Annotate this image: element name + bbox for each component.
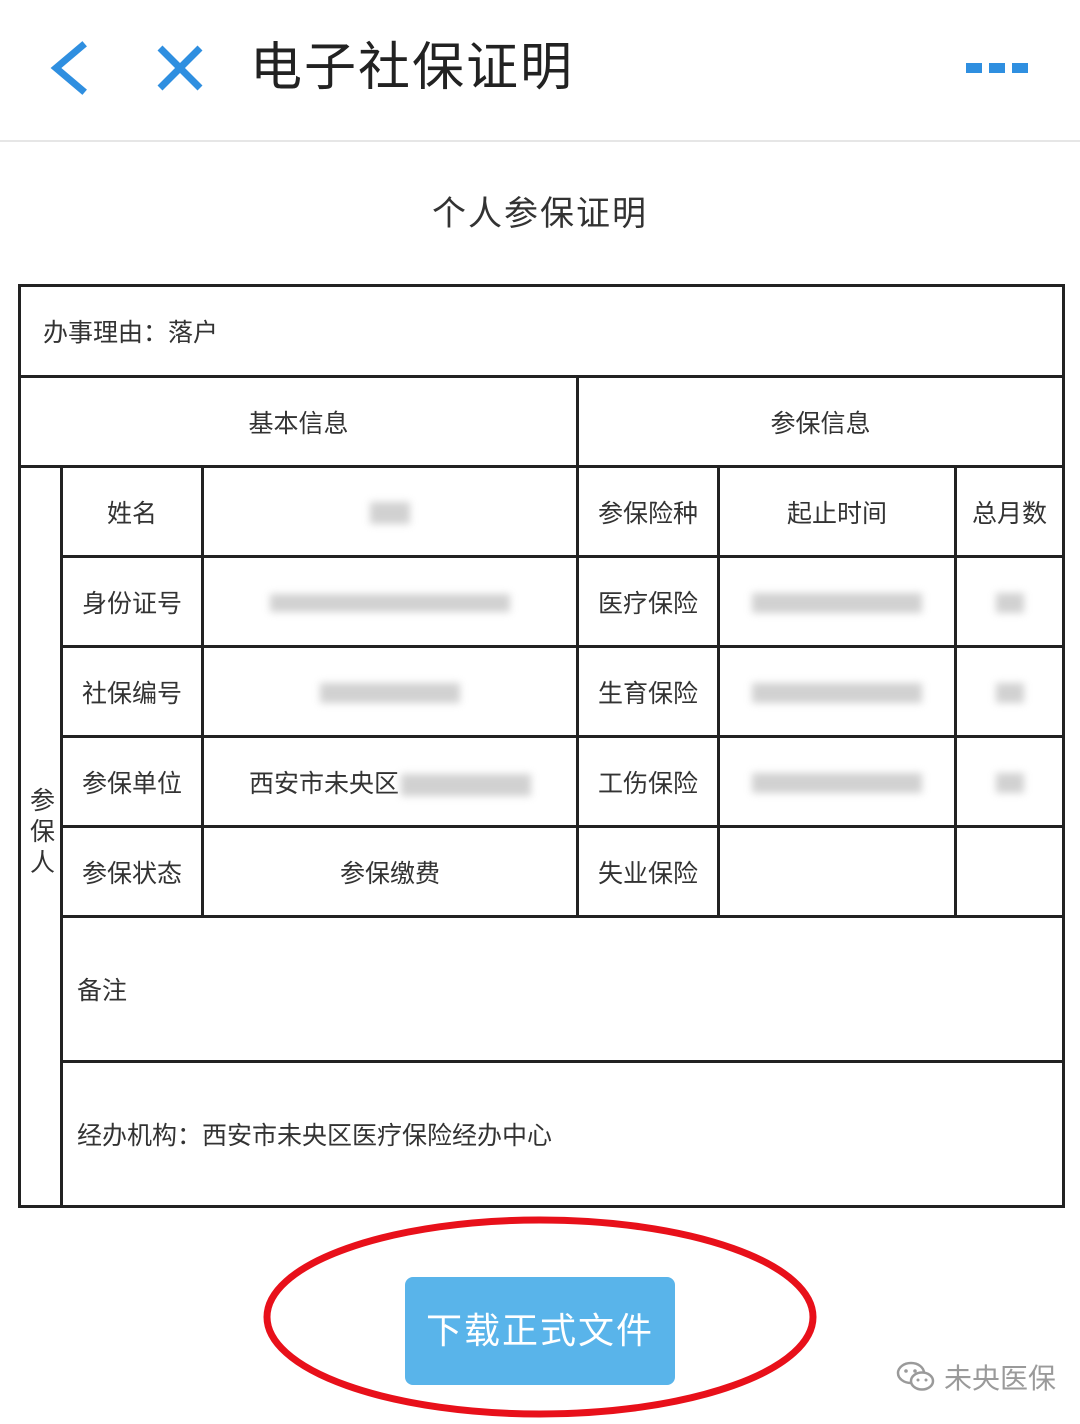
period-medical [717, 555, 957, 648]
section-insurance-info: 参保信息 [575, 375, 1066, 468]
status-value: 参保缴费 [201, 825, 579, 918]
redacted-months [995, 593, 1024, 613]
agency-cell: 经办机构：西安市未央区医疗保险经办中心 [59, 1060, 1066, 1208]
redacted-months [995, 683, 1024, 703]
header-period: 起止时间 [717, 465, 957, 558]
close-icon[interactable] [152, 42, 208, 94]
months-medical [953, 555, 1066, 648]
page-title: 电子社保证明 [250, 38, 575, 98]
row-label-status: 参保状态 [60, 825, 204, 918]
row-label-id-number: 身份证号 [60, 555, 204, 648]
redacted-months [995, 773, 1024, 793]
redacted-name [370, 502, 410, 524]
insured-person-side-label: 参保人 [18, 465, 63, 1208]
months-maternity [953, 645, 1066, 738]
insurance-type-unemployment: 失业保险 [576, 825, 720, 918]
name-value [201, 465, 579, 558]
reason-cell: 办事理由：落户 [17, 284, 1066, 378]
redacted-period [752, 593, 922, 613]
section-basic-info: 基本信息 [18, 375, 579, 468]
remark-cell: 备注 [59, 915, 1066, 1063]
redacted-period [752, 683, 922, 703]
side-label-text: 参保人 [26, 787, 56, 880]
row-label-social-security-number: 社保编号 [60, 645, 204, 738]
row-label-employer: 参保单位 [60, 735, 204, 828]
download-official-file-button[interactable]: 下载正式文件 [405, 1277, 675, 1385]
redacted-social-security-number [320, 683, 460, 703]
insurance-type-work-injury: 工伤保险 [576, 735, 720, 828]
period-work-injury [717, 735, 957, 828]
months-unemployment [953, 825, 1066, 918]
row-label-name: 姓名 [60, 465, 204, 558]
redacted-employer [401, 773, 531, 796]
insurance-certificate-table: 办事理由：落户 基本信息 参保信息 参保人 姓名 参保险种 起止时间 总月数 身… [17, 284, 1066, 1208]
insurance-type-maternity: 生育保险 [576, 645, 720, 738]
header-insurance-type: 参保险种 [576, 465, 720, 558]
watermark: 未央医保 [896, 1352, 1056, 1402]
more-dots-icon[interactable] [962, 58, 1032, 78]
employer-value: 西安市未央区 [201, 735, 579, 828]
header-total-months: 总月数 [953, 465, 1066, 558]
period-maternity [717, 645, 957, 738]
social-security-number-value [201, 645, 579, 738]
employer-text: 西安市未央区 [248, 768, 399, 798]
watermark-text: 未央医保 [944, 1362, 1057, 1395]
top-navigation-bar: 电子社保证明 [0, 0, 1080, 142]
months-work-injury [953, 735, 1066, 828]
document-title: 个人参保证明 [432, 194, 648, 234]
insurance-type-medical: 医疗保险 [576, 555, 720, 648]
id-number-value [201, 555, 579, 648]
period-unemployment [717, 825, 957, 918]
wechat-icon [896, 1361, 935, 1391]
redacted-period [752, 773, 922, 793]
chevron-left-icon[interactable] [44, 40, 94, 96]
redacted-id-number [270, 594, 510, 612]
